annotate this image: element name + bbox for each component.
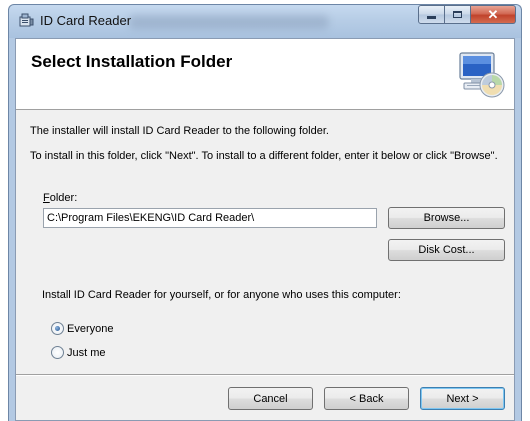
everyone-radio[interactable]: [51, 322, 64, 335]
dialog-body: Select Installation Folder The installer…: [15, 38, 515, 421]
cancel-button[interactable]: Cancel: [228, 387, 313, 410]
installer-window: ID Card Reader ✕ Select Installation Fol…: [0, 0, 530, 421]
minimize-button[interactable]: [418, 5, 445, 24]
maximize-button[interactable]: [445, 5, 471, 24]
window-title: ID Card Reader: [40, 13, 132, 28]
close-button[interactable]: ✕: [471, 5, 516, 24]
back-button[interactable]: < Back: [324, 387, 409, 410]
just-me-label[interactable]: Just me: [67, 347, 106, 359]
cd-computer-icon: [459, 52, 505, 98]
next-button[interactable]: Next >: [420, 387, 505, 410]
window-controls: ✕: [418, 5, 516, 24]
close-icon: ✕: [487, 6, 499, 22]
folder-path-input[interactable]: C:\Program Files\EKENG\ID Card Reader\: [43, 208, 377, 228]
maximize-icon: [453, 11, 462, 18]
disk-cost-button[interactable]: Disk Cost...: [388, 239, 505, 261]
folder-label-mnemonic: F: [43, 192, 50, 204]
folder-label-text: older:: [49, 192, 78, 204]
browse-button[interactable]: Browse...: [388, 207, 505, 229]
blurred-background: [129, 15, 329, 29]
intro-text: The installer will install ID Card Reade…: [30, 125, 329, 137]
install-for-text: Install ID Card Reader for yourself, or …: [42, 289, 401, 301]
minimize-icon: [427, 16, 436, 19]
page-title: Select Installation Folder: [31, 52, 233, 71]
radio-selected-dot: [55, 326, 60, 331]
window-frame-right: [515, 38, 522, 421]
just-me-radio[interactable]: [51, 346, 64, 359]
window-frame-left: [8, 38, 15, 421]
folder-label: Folder:: [43, 192, 77, 204]
header-banner: Select Installation Folder: [16, 39, 514, 110]
everyone-label[interactable]: Everyone: [67, 323, 113, 335]
footer-separator: [16, 374, 514, 376]
installer-icon: [19, 13, 34, 27]
instruction-text: To install in this folder, click "Next".…: [30, 150, 498, 162]
